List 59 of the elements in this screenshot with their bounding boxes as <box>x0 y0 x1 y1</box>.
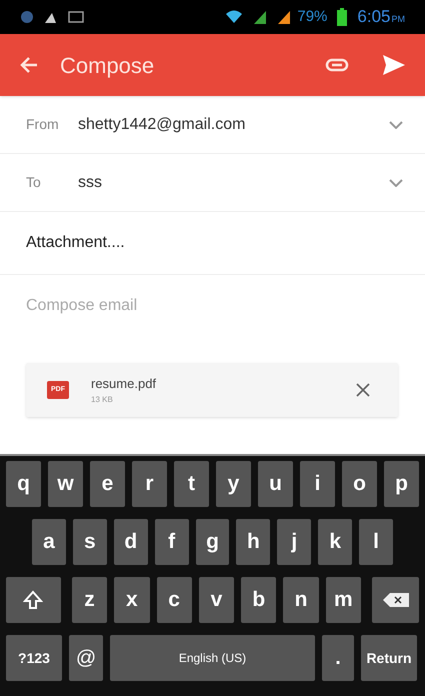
shift-key[interactable] <box>6 577 61 623</box>
signal-icon <box>277 9 292 25</box>
battery-percentage: 79% <box>297 6 328 27</box>
paperclip-icon[interactable] <box>325 58 349 72</box>
chevron-down-icon[interactable] <box>389 120 403 128</box>
body-field[interactable]: Compose email <box>26 294 399 318</box>
key[interactable]: a <box>32 519 66 565</box>
backspace-icon <box>382 593 409 607</box>
attachment-name: resume.pdf <box>91 375 158 394</box>
close-icon[interactable] <box>356 383 370 397</box>
backspace-key[interactable] <box>372 577 420 623</box>
field-label: From <box>26 115 60 134</box>
field-value[interactable]: shetty1442@gmail.com <box>78 112 389 136</box>
subject-field[interactable]: Attachment.... <box>26 231 125 255</box>
key[interactable]: r <box>132 461 167 507</box>
return-key[interactable]: Return <box>361 635 417 681</box>
key[interactable]: j <box>277 519 312 565</box>
at-key[interactable]: @ <box>69 635 103 681</box>
space-key[interactable]: English (US) <box>110 635 315 681</box>
key[interactable]: q <box>6 461 41 507</box>
key[interactable]: o <box>342 461 377 507</box>
key[interactable]: k <box>318 519 352 565</box>
back-icon[interactable] <box>20 56 38 74</box>
key[interactable]: l <box>359 519 394 565</box>
field-label: To <box>26 173 42 192</box>
battery-icon <box>337 8 348 26</box>
key[interactable]: t <box>174 461 209 507</box>
key[interactable]: n <box>283 577 319 623</box>
wifi-icon <box>225 10 244 24</box>
clock: 6:05 <box>357 6 390 28</box>
key[interactable]: c <box>156 577 192 623</box>
shift-icon <box>23 590 44 610</box>
screenshot-icon <box>68 10 84 24</box>
key[interactable]: i <box>300 461 335 507</box>
period-key[interactable]: . <box>322 635 354 681</box>
key[interactable]: s <box>72 519 107 565</box>
key[interactable]: e <box>90 461 125 507</box>
key[interactable]: f <box>154 519 189 565</box>
key[interactable]: v <box>198 577 234 623</box>
field-value[interactable]: sss <box>78 170 389 194</box>
key[interactable]: g <box>196 519 230 565</box>
clock-suffix: PM <box>392 13 405 26</box>
attachment-size: 13 KB <box>91 394 114 406</box>
chevron-down-icon[interactable] <box>389 178 403 186</box>
key[interactable]: h <box>236 519 270 565</box>
symbols-key[interactable]: ?123 <box>6 635 62 681</box>
key[interactable]: z <box>72 577 108 623</box>
app-title: Compose <box>60 52 156 80</box>
key[interactable]: y <box>216 461 251 507</box>
key[interactable]: p <box>384 461 419 507</box>
notification-icon <box>20 10 34 24</box>
send-icon[interactable] <box>383 55 405 75</box>
key[interactable]: m <box>326 577 361 623</box>
key[interactable]: w <box>48 461 83 507</box>
key[interactable]: x <box>114 577 150 623</box>
key[interactable]: d <box>114 519 148 565</box>
signal-icon <box>253 9 268 25</box>
key[interactable]: b <box>241 577 276 623</box>
key[interactable]: u <box>258 461 293 507</box>
